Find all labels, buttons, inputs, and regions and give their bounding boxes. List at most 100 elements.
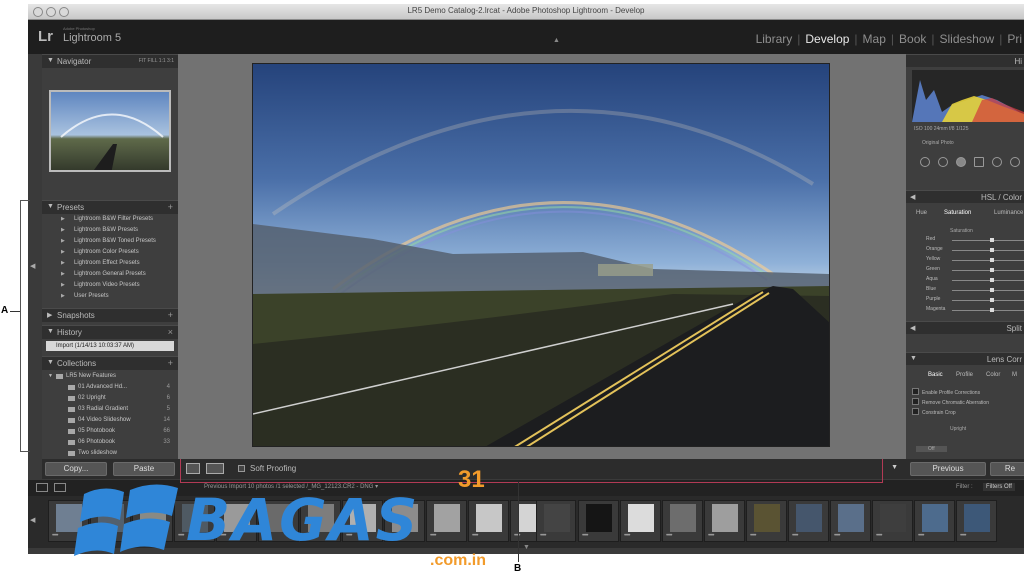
filters-off-dropdown[interactable]: Filters Off [983,483,1015,491]
slider-green[interactable]: Green [912,265,1024,275]
module-book[interactable]: Book [897,32,928,46]
module-print[interactable]: Pri [1005,32,1024,46]
preset-folder[interactable]: ▶ Lightroom B&W Filter Presets [42,214,178,225]
preset-folder[interactable]: ▶ Lightroom B&W Toned Presets [42,236,178,247]
filmstrip-thumbnail[interactable]: ••••• [704,500,745,542]
main-window-icon[interactable] [36,483,48,492]
red-eye-icon[interactable] [956,157,966,167]
add-collection-icon[interactable]: + [168,358,173,368]
filmstrip-left-arrow-icon[interactable]: ◀ [30,516,35,524]
preset-folder[interactable]: ▶ Lightroom Video Presets [42,280,178,291]
graduated-filter-icon[interactable] [974,157,984,167]
collection-item[interactable]: 04 Video Slideshow 14 [42,415,178,426]
slider-label: Blue [926,286,937,292]
slider-thumb[interactable] [990,258,994,262]
slider-thumb[interactable] [990,298,994,302]
collection-item[interactable]: 03 Radial Gradient 5 [42,404,178,415]
tab-saturation[interactable]: Saturation [944,210,971,216]
collection-set[interactable]: ▼ LR5 New Features [42,371,178,382]
history-entry[interactable]: Import (1/14/13 10:03:37 AM) [46,341,174,351]
caret-up-icon[interactable]: ▲ [553,37,560,44]
constrain-crop-checkbox[interactable]: Constrain Crop [912,408,956,416]
navigator-header[interactable]: ▼ Navigator FIT FILL 1:1 3:1 [42,54,178,68]
slider-thumb[interactable] [990,248,994,252]
adjustment-brush-icon[interactable] [1010,157,1020,167]
hsl-header[interactable]: ◀ HSL / Color [906,190,1024,203]
filmstrip-thumbnail[interactable]: ••••• [914,500,955,542]
preset-folder[interactable]: ▶ Lightroom Color Presets [42,247,178,258]
collection-item[interactable]: Two slideshow [42,448,178,459]
module-develop[interactable]: Develop [803,32,851,46]
radial-filter-icon[interactable] [992,157,1002,167]
add-preset-icon[interactable]: + [168,202,173,212]
navigator-zoom-options[interactable]: FIT FILL 1:1 3:1 [139,58,174,64]
image-canvas[interactable] [178,54,906,459]
snapshots-header[interactable]: ▶ Snapshots + [42,308,178,322]
history-header[interactable]: ▼ History × [42,325,178,339]
preset-folder[interactable]: ▶ Lightroom Effect Presets [42,258,178,269]
collection-item[interactable]: 05 Photobook 66 [42,426,178,437]
module-library[interactable]: Library [754,32,795,46]
module-map[interactable]: Map [861,32,888,46]
collections-header[interactable]: ▼ Collections + [42,356,178,370]
preset-folder[interactable]: ▶ Lightroom General Presets [42,269,178,280]
rating-dots: ••••• [666,533,672,539]
slider-purple[interactable]: Purple [912,295,1024,305]
filmstrip-thumbnail[interactable]: ••••• [788,500,829,542]
remove-chromatic-aberration-checkbox[interactable]: Remove Chromatic Aberration [912,398,989,406]
histogram[interactable] [912,70,1024,122]
slider-yellow[interactable]: Yellow [912,255,1024,265]
upright-off-button[interactable]: Off [916,446,947,452]
filmstrip-thumbnail[interactable]: ••••• [536,500,576,542]
slider-thumb[interactable] [990,238,994,242]
reset-button[interactable]: Re [990,462,1024,476]
filmstrip-thumbnail[interactable]: ••••• [746,500,787,542]
clear-history-icon[interactable]: × [168,327,173,337]
tab-luminance[interactable]: Luminance [994,210,1023,216]
tab-basic[interactable]: Basic [928,372,943,378]
slider-thumb[interactable] [990,308,994,312]
preset-folder[interactable]: ▶ User Presets [42,291,178,302]
enable-profile-corrections-checkbox[interactable]: Enable Profile Corrections [912,388,980,396]
filmstrip-thumbnail[interactable]: ••••• [620,500,661,542]
crop-tool-icon[interactable] [920,157,930,167]
tab-profile[interactable]: Profile [956,372,973,378]
slider-thumb[interactable] [990,268,994,272]
slider-label: Red [926,236,936,242]
slider-blue[interactable]: Blue [912,285,1024,295]
module-slideshow[interactable]: Slideshow [938,32,997,46]
left-panel-toggle-icon[interactable]: ◀ [30,262,35,270]
filmstrip-thumbnail[interactable]: ••••• [872,500,913,542]
second-window-icon[interactable] [54,483,66,492]
slider-track [952,240,1024,241]
slider-orange[interactable]: Orange [912,245,1024,255]
slider-red[interactable]: Red [912,235,1024,245]
annotation-bracket-a [20,200,30,452]
tab-manual[interactable]: M [1012,372,1017,378]
navigator-thumbnail[interactable] [49,90,171,172]
tab-hue[interactable]: Hue [916,210,927,216]
filmstrip-caret-icon[interactable]: ▼ [523,544,530,551]
toolbar-menu-icon[interactable]: ▼ [891,464,898,471]
add-snapshot-icon[interactable]: + [168,310,173,320]
slider-thumb[interactable] [990,278,994,282]
rainbow-road-photo[interactable] [252,63,830,447]
histogram-header[interactable]: Hi [906,54,1024,67]
previous-button[interactable]: Previous [910,462,986,476]
lens-corrections-header[interactable]: ▼ Lens Corr [906,352,1024,365]
collection-item[interactable]: 06 Photobook 33 [42,437,178,448]
tab-color[interactable]: Color [986,372,1000,378]
spot-removal-icon[interactable] [938,157,948,167]
filmstrip-thumbnail[interactable]: ••••• [830,500,871,542]
split-toning-header[interactable]: ◀ Split [906,321,1024,334]
filmstrip-thumbnail[interactable]: ••••• [662,500,703,542]
slider-thumb[interactable] [990,288,994,292]
slider-aqua[interactable]: Aqua [912,275,1024,285]
collection-item[interactable]: 01 Advanced Hd... 4 [42,382,178,393]
slider-magenta[interactable]: Magenta [912,305,1024,315]
collection-item[interactable]: 02 Upright 6 [42,393,178,404]
filmstrip-thumbnail[interactable]: ••••• [956,500,997,542]
filmstrip-thumbnail[interactable]: ••••• [578,500,619,542]
presets-header[interactable]: ▼ Presets + [42,200,178,214]
preset-folder[interactable]: ▶ Lightroom B&W Presets [42,225,178,236]
